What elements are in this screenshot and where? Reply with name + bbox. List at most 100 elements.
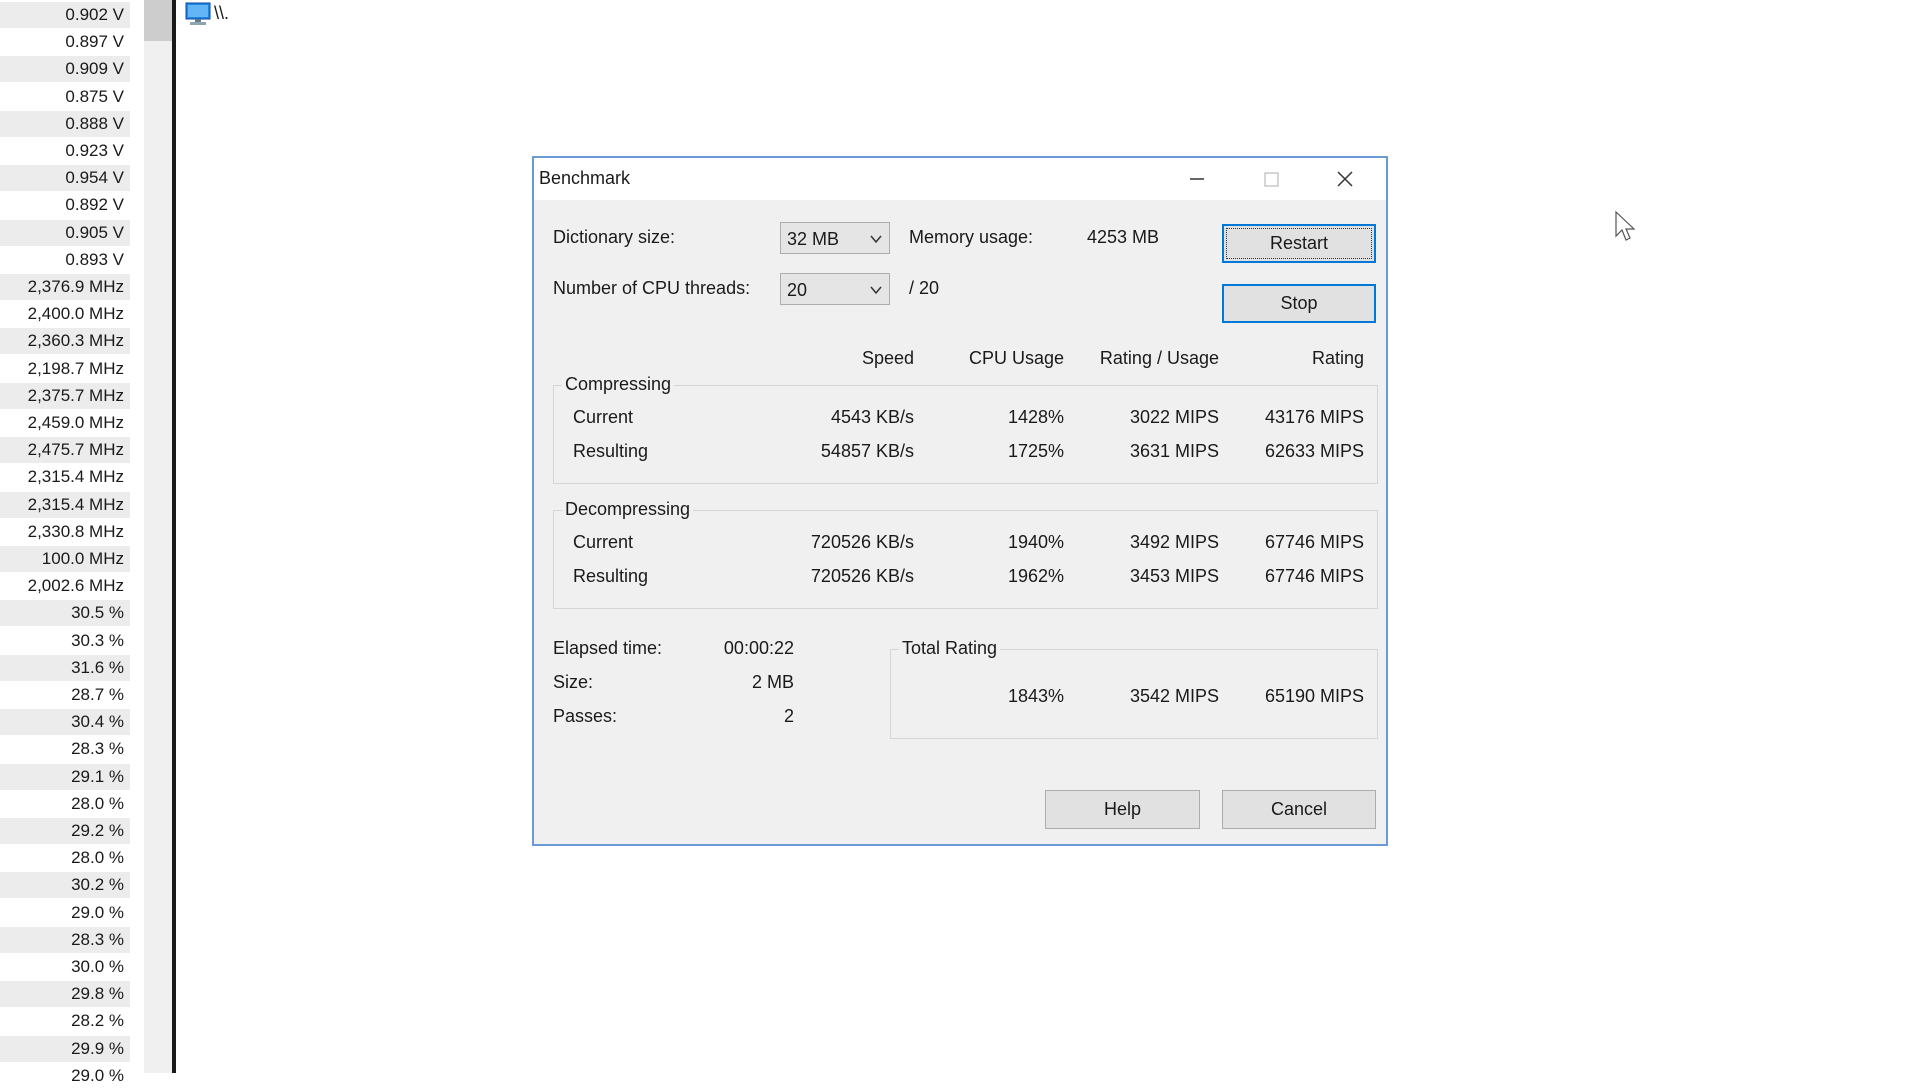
scrollbar-thumb[interactable] — [144, 0, 172, 41]
sensor-value-row[interactable]: 2,400.0 MHz — [0, 301, 130, 327]
column-rating-usage: Rating / Usage — [1099, 348, 1219, 368]
decompress-resulting-rating: 67746 MIPS — [1264, 566, 1364, 586]
decompress-resulting-cpu: 1962% — [1007, 566, 1064, 586]
sensor-value-row[interactable]: 0.892 V — [0, 192, 130, 218]
sensor-value-row[interactable]: 2,459.0 MHz — [0, 410, 130, 436]
column-rating: Rating — [1311, 348, 1364, 368]
sensor-value-row[interactable]: 29.0 % — [0, 900, 130, 926]
stop-button[interactable]: Stop — [1222, 284, 1376, 323]
sensor-value-row[interactable]: 2,315.4 MHz — [0, 491, 130, 518]
sensor-value-row[interactable]: 2,330.8 MHz — [0, 519, 130, 545]
sensor-value-row[interactable]: 0.893 V — [0, 247, 130, 273]
passes-value: 2 — [783, 706, 794, 726]
sensor-value-row[interactable]: 29.0 % — [0, 1063, 130, 1089]
sensor-value-row[interactable]: 30.5 % — [0, 600, 130, 627]
size-label: Size: — [553, 672, 594, 692]
cpu-threads-value: 20 — [787, 280, 808, 300]
mouse-pointer-icon — [1615, 210, 1636, 241]
sensor-value-row[interactable]: 28.7 % — [0, 682, 130, 708]
sensor-value-row[interactable]: 2,375.7 MHz — [0, 382, 130, 409]
cpu-threads-label: Number of CPU threads: — [553, 278, 751, 298]
sensor-value-row[interactable]: 29.9 % — [0, 1035, 130, 1062]
memory-usage-value: 4253 MB — [1086, 227, 1159, 247]
sensor-value-row[interactable]: 2,002.6 MHz — [0, 573, 130, 599]
passes-label: Passes: — [553, 706, 618, 726]
compress-resulting-rating-usage: 3631 MIPS — [1129, 441, 1219, 461]
vertical-scrollbar[interactable] — [144, 0, 172, 1073]
decompress-resulting-label: Resulting — [573, 566, 649, 586]
memory-usage-label: Memory usage: — [909, 227, 1034, 247]
sensor-value-row[interactable]: 29.1 % — [0, 763, 130, 790]
restart-button[interactable]: Restart — [1222, 224, 1376, 263]
sensor-value-row[interactable]: 0.923 V — [0, 138, 130, 164]
sensor-value-row[interactable]: 28.0 % — [0, 791, 130, 817]
help-button[interactable]: Help — [1045, 790, 1200, 829]
sensor-value-list: 0.902 V 0.897 V 0.909 V 0.875 V 0.888 V 0.923… — [0, 0, 130, 1085]
dialog-title: Benchmark — [539, 168, 631, 188]
sensor-value-row[interactable]: 2,198.7 MHz — [0, 356, 130, 382]
sensor-value-row[interactable]: 30.2 % — [0, 872, 130, 899]
dictionary-size-select[interactable]: 32 MB — [780, 222, 890, 254]
sensor-value-row[interactable]: 0.905 V — [0, 219, 130, 246]
sensor-value-row[interactable]: 28.3 % — [0, 926, 130, 953]
cpu-threads-select[interactable]: 20 — [780, 273, 890, 305]
sensor-value-row[interactable]: 0.888 V — [0, 110, 130, 137]
sensor-value-row[interactable]: 30.0 % — [0, 954, 130, 980]
sensor-value-row[interactable]: 2,475.7 MHz — [0, 437, 130, 464]
sensor-value-row[interactable]: 0.897 V — [0, 29, 130, 55]
sensor-value-row[interactable]: 0.909 V — [0, 56, 130, 83]
sensor-value-row[interactable]: 0.875 V — [0, 84, 130, 110]
column-cpu-usage: CPU Usage — [968, 348, 1064, 368]
sensor-value-row[interactable]: 28.3 % — [0, 736, 130, 762]
chevron-down-icon — [870, 235, 882, 244]
decompress-current-speed: 720526 KB/s — [810, 532, 914, 552]
decompress-resulting-speed: 720526 KB/s — [810, 566, 914, 586]
elapsed-time-value: 00:00:22 — [723, 638, 794, 658]
sensor-value-row[interactable]: 2,315.4 MHz — [0, 464, 130, 490]
compress-current-label: Current — [573, 407, 634, 427]
sensor-value-row[interactable]: 29.2 % — [0, 818, 130, 844]
dictionary-size-value: 32 MB — [787, 229, 840, 249]
compress-resulting-label: Resulting — [573, 441, 649, 461]
total-rating-usage: 3542 MIPS — [1129, 686, 1219, 706]
sensor-value-row[interactable]: 29.8 % — [0, 981, 130, 1008]
sensor-value-row[interactable]: 100.0 MHz — [0, 546, 130, 572]
total-rating-value: 65190 MIPS — [1264, 686, 1364, 706]
size-value: 2 MB — [751, 672, 794, 692]
compress-current-cpu: 1428% — [1007, 407, 1064, 427]
title-bar[interactable]: Benchmark — [534, 158, 1386, 200]
compress-resulting-speed: 54857 KB/s — [820, 441, 914, 461]
total-cpu: 1843% — [1007, 686, 1064, 706]
compressing-title: Compressing — [562, 374, 675, 395]
sensor-value-row[interactable]: 2,360.3 MHz — [0, 328, 130, 355]
sensor-value-row[interactable]: 28.2 % — [0, 1008, 130, 1034]
sensor-value-row[interactable]: 0.902 V — [0, 2, 130, 28]
minimize-button[interactable] — [1162, 158, 1232, 200]
decompressing-group — [553, 510, 1378, 609]
close-button[interactable] — [1310, 158, 1380, 200]
sensor-value-row[interactable]: 28.0 % — [0, 845, 130, 871]
dictionary-size-label: Dictionary size: — [553, 227, 676, 247]
total-rating-title: Total Rating — [899, 638, 1001, 659]
chevron-down-icon — [870, 286, 882, 295]
compress-resulting-rating: 62633 MIPS — [1264, 441, 1364, 461]
sensor-value-row[interactable]: 0.954 V — [0, 165, 130, 192]
benchmark-dialog: Benchmark Dictionary size: 32 MB Memory … — [532, 156, 1388, 846]
decompress-resulting-rating-usage: 3453 MIPS — [1129, 566, 1219, 586]
maximize-button[interactable] — [1236, 158, 1306, 200]
decompress-current-rating-usage: 3492 MIPS — [1129, 532, 1219, 552]
decompress-current-cpu: 1940% — [1007, 532, 1064, 552]
sensor-value-row[interactable]: 30.3 % — [0, 628, 130, 654]
decompressing-title: Decompressing — [562, 499, 694, 520]
network-root-label[interactable]: \\. — [214, 3, 229, 24]
compressing-group — [553, 385, 1378, 484]
compress-current-rating-usage: 3022 MIPS — [1129, 407, 1219, 427]
cancel-button[interactable]: Cancel — [1222, 790, 1376, 829]
sensor-value-row[interactable]: 2,376.9 MHz — [0, 274, 130, 300]
elapsed-time-label: Elapsed time: — [553, 638, 663, 658]
decompress-current-label: Current — [573, 532, 634, 552]
sensor-value-row[interactable]: 30.4 % — [0, 709, 130, 736]
sensor-value-row[interactable]: 31.6 % — [0, 654, 130, 681]
compress-resulting-cpu: 1725% — [1007, 441, 1064, 461]
panel-divider — [172, 0, 176, 1073]
